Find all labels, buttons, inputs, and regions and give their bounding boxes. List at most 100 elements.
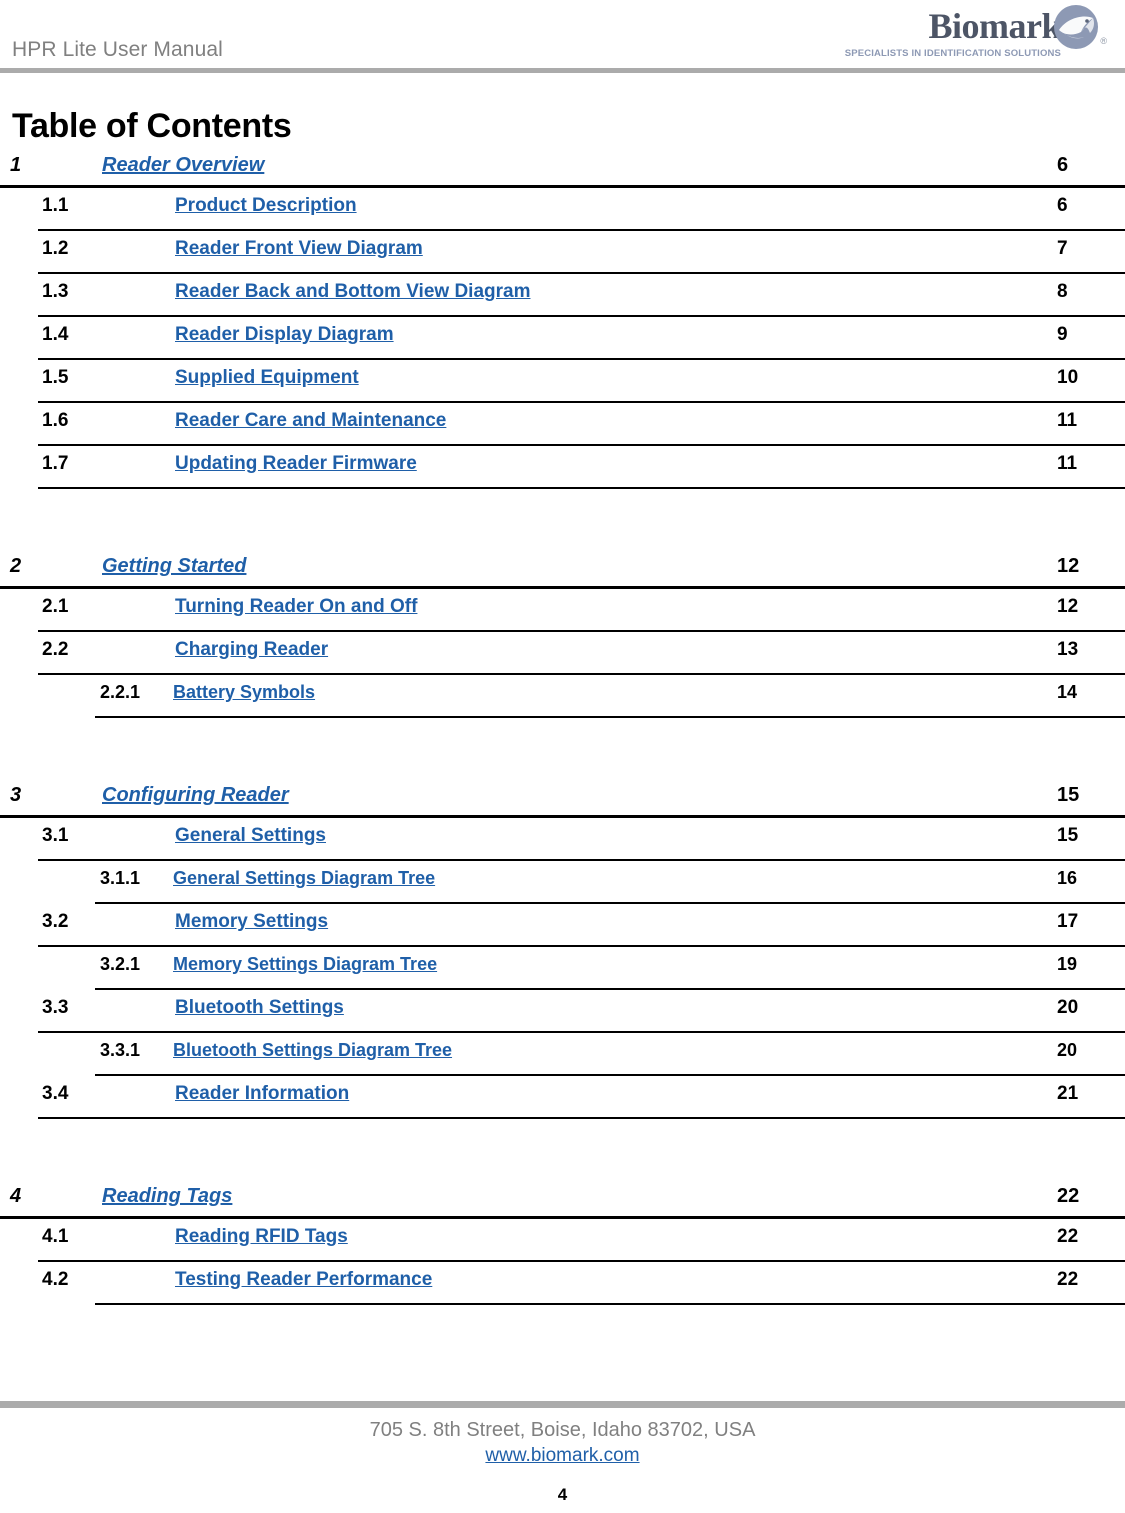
toc-entry-page-number: 10 xyxy=(1057,367,1079,388)
toc-entry-level-2[interactable]: 1.6 Reader Care and Maintenance 11 xyxy=(0,403,1125,446)
toc-entry-level-2[interactable]: 1.5 Supplied Equipment 10 xyxy=(0,360,1125,403)
toc-entry-page-number: 20 xyxy=(1057,1040,1078,1060)
toc-entry-page-number: 17 xyxy=(1057,911,1079,932)
toc-entry-number: 2.2.1 xyxy=(100,682,141,702)
toc-entry-link[interactable]: Reading Tags xyxy=(102,1185,232,1208)
toc-entry-level-1[interactable]: 4 Reading Tags 22 xyxy=(0,1181,1125,1219)
toc-group-spacer xyxy=(0,1119,1125,1181)
toc-entry-link[interactable]: Memory Settings xyxy=(175,911,328,933)
toc-entry-number: 3 xyxy=(10,784,22,806)
toc-entry-link[interactable]: Reader Back and Bottom View Diagram xyxy=(175,281,530,303)
toc-entry-number: 1.3 xyxy=(42,281,69,302)
footer-website-link[interactable]: www.biomark.com xyxy=(0,1445,1125,1467)
biomark-logo: Biomark ® SPECIALISTS IN IDENTIFICATION … xyxy=(845,5,1107,64)
toc-entry-level-2[interactable]: 1.4 Reader Display Diagram 9 xyxy=(0,317,1125,360)
toc-entry-number: 1 xyxy=(10,154,22,176)
toc-entry-link[interactable]: General Settings xyxy=(175,825,326,847)
toc-entry-page-number: 22 xyxy=(1057,1269,1079,1290)
toc-entry-level-1[interactable]: 3 Configuring Reader 15 xyxy=(0,780,1125,818)
toc-entry-level-2[interactable]: 2.1 Turning Reader On and Off 12 xyxy=(0,589,1125,632)
toc-entry-link[interactable]: Memory Settings Diagram Tree xyxy=(173,954,437,975)
toc-entry-level-2[interactable]: 3.1 General Settings 15 xyxy=(0,818,1125,861)
toc-entry-level-2[interactable]: 1.1 Product Description 6 xyxy=(0,188,1125,231)
toc-group-spacer xyxy=(0,718,1125,780)
toc-entry-page-number: 12 xyxy=(1057,596,1079,617)
toc-entry-level-3[interactable]: 3.1.1 General Settings Diagram Tree 16 xyxy=(0,861,1125,904)
toc-entry-link[interactable]: Reader Front View Diagram xyxy=(175,238,423,260)
toc-entry-separator xyxy=(95,1303,1125,1305)
toc-group-spacer xyxy=(0,489,1125,551)
toc-entry-link[interactable]: Reader Overview xyxy=(102,154,264,177)
toc-entry-separator xyxy=(38,487,1125,489)
toc-entry-number: 1.1 xyxy=(42,195,69,216)
toc-entry-link[interactable]: Charging Reader xyxy=(175,639,328,661)
toc-entry-link[interactable]: General Settings Diagram Tree xyxy=(173,868,435,889)
toc-entry-level-3[interactable]: 3.3.1 Bluetooth Settings Diagram Tree 20 xyxy=(0,1033,1125,1076)
toc-entry-page-number: 11 xyxy=(1057,453,1078,474)
toc-entry-number: 3.1.1 xyxy=(100,868,141,888)
toc-entry-page-number: 9 xyxy=(1057,324,1068,345)
toc-entry-level-3[interactable]: 3.2.1 Memory Settings Diagram Tree 19 xyxy=(0,947,1125,990)
toc-entry-page-number: 8 xyxy=(1057,281,1068,302)
toc-entry-level-1[interactable]: 1 Reader Overview 6 xyxy=(0,150,1125,188)
footer-address: 705 S. 8th Street, Boise, Idaho 83702, U… xyxy=(369,1419,756,1441)
toc-entry-link[interactable]: Getting Started xyxy=(102,555,246,578)
toc-entry-separator xyxy=(38,1117,1125,1119)
toc-entry-link[interactable]: Battery Symbols xyxy=(173,682,315,703)
toc-entry-number: 2 xyxy=(10,555,22,577)
page-number: 4 xyxy=(557,1485,568,1504)
page-footer: 705 S. 8th Street, Boise, Idaho 83702, U… xyxy=(0,1393,1125,1513)
toc-entry-page-number: 15 xyxy=(1057,825,1079,846)
toc-entry-level-1[interactable]: 2 Getting Started 12 xyxy=(0,551,1125,589)
toc-entry-link[interactable]: Updating Reader Firmware xyxy=(175,453,417,475)
page-title: Table of Contents xyxy=(12,106,292,145)
toc-entry-link[interactable]: Reading RFID Tags xyxy=(175,1226,348,1248)
toc-entry-separator xyxy=(95,716,1125,718)
toc-entry-number: 4.1 xyxy=(42,1226,69,1247)
toc-entry-level-2[interactable]: 1.3 Reader Back and Bottom View Diagram 8 xyxy=(0,274,1125,317)
toc-entry-link[interactable]: Turning Reader On and Off xyxy=(175,596,417,618)
toc-entry-level-3[interactable]: 2.2.1 Battery Symbols 14 xyxy=(0,675,1125,718)
toc-entry-number: 4.2 xyxy=(42,1269,69,1290)
toc-entry-link[interactable]: Supplied Equipment xyxy=(175,367,359,389)
toc-entry-link[interactable]: Reader Care and Maintenance xyxy=(175,410,446,432)
toc-entry-link[interactable]: Reader Information xyxy=(175,1083,349,1105)
toc-entry-page-number: 7 xyxy=(1057,238,1068,259)
toc-entry-page-number: 15 xyxy=(1057,784,1080,806)
toc-entry-page-number: 21 xyxy=(1057,1083,1079,1104)
toc-entry-page-number: 22 xyxy=(1057,1226,1079,1247)
toc-entry-page-number: 11 xyxy=(1057,410,1078,431)
footer-divider xyxy=(0,1401,1125,1408)
toc-entry-link[interactable]: Product Description xyxy=(175,195,357,217)
toc-entry-link[interactable]: Testing Reader Performance xyxy=(175,1269,432,1291)
toc-entry-number: 1.6 xyxy=(42,410,69,431)
toc-entry-number: 3.3.1 xyxy=(100,1040,141,1060)
toc-entry-number: 2.1 xyxy=(42,596,69,617)
toc-entry-link[interactable]: Configuring Reader xyxy=(102,784,289,807)
toc-entry-level-2[interactable]: 3.4 Reader Information 21 xyxy=(0,1076,1125,1119)
toc-entry-number: 3.4 xyxy=(42,1083,69,1104)
toc-entry-level-2[interactable]: 1.7 Updating Reader Firmware 11 xyxy=(0,446,1125,489)
toc-entry-level-2[interactable]: 2.2 Charging Reader 13 xyxy=(0,632,1125,675)
registered-trademark-mark: ® xyxy=(1100,36,1107,46)
toc-entry-link[interactable]: Reader Display Diagram xyxy=(175,324,394,346)
toc-entry-number: 3.1 xyxy=(42,825,69,846)
toc-entry-link[interactable]: Bluetooth Settings Diagram Tree xyxy=(173,1040,452,1061)
page-header: HPR Lite User Manual Biomark ® SPECIALIS… xyxy=(0,0,1125,73)
toc-entry-level-2[interactable]: 4.2 Testing Reader Performance 22 xyxy=(0,1262,1125,1305)
toc-entry-level-2[interactable]: 3.3 Bluetooth Settings 20 xyxy=(0,990,1125,1033)
toc-entry-page-number: 14 xyxy=(1057,682,1078,702)
toc-entry-level-2[interactable]: 3.2 Memory Settings 17 xyxy=(0,904,1125,947)
document-title: HPR Lite User Manual xyxy=(12,38,223,61)
toc-entry-level-2[interactable]: 4.1 Reading RFID Tags 22 xyxy=(0,1219,1125,1262)
toc-entry-page-number: 16 xyxy=(1057,868,1078,888)
toc-entry-level-2[interactable]: 1.2 Reader Front View Diagram 7 xyxy=(0,231,1125,274)
toc-entry-number: 3.2.1 xyxy=(100,954,141,974)
toc-entry-page-number: 22 xyxy=(1057,1185,1080,1207)
toc-entry-number: 1.4 xyxy=(42,324,69,345)
logo-wordmark: Biomark xyxy=(928,6,1061,46)
toc-entry-page-number: 19 xyxy=(1057,954,1078,974)
toc-entry-link[interactable]: Bluetooth Settings xyxy=(175,997,344,1019)
toc-entry-number: 2.2 xyxy=(42,639,69,660)
toc-entry-number: 4 xyxy=(10,1185,22,1207)
